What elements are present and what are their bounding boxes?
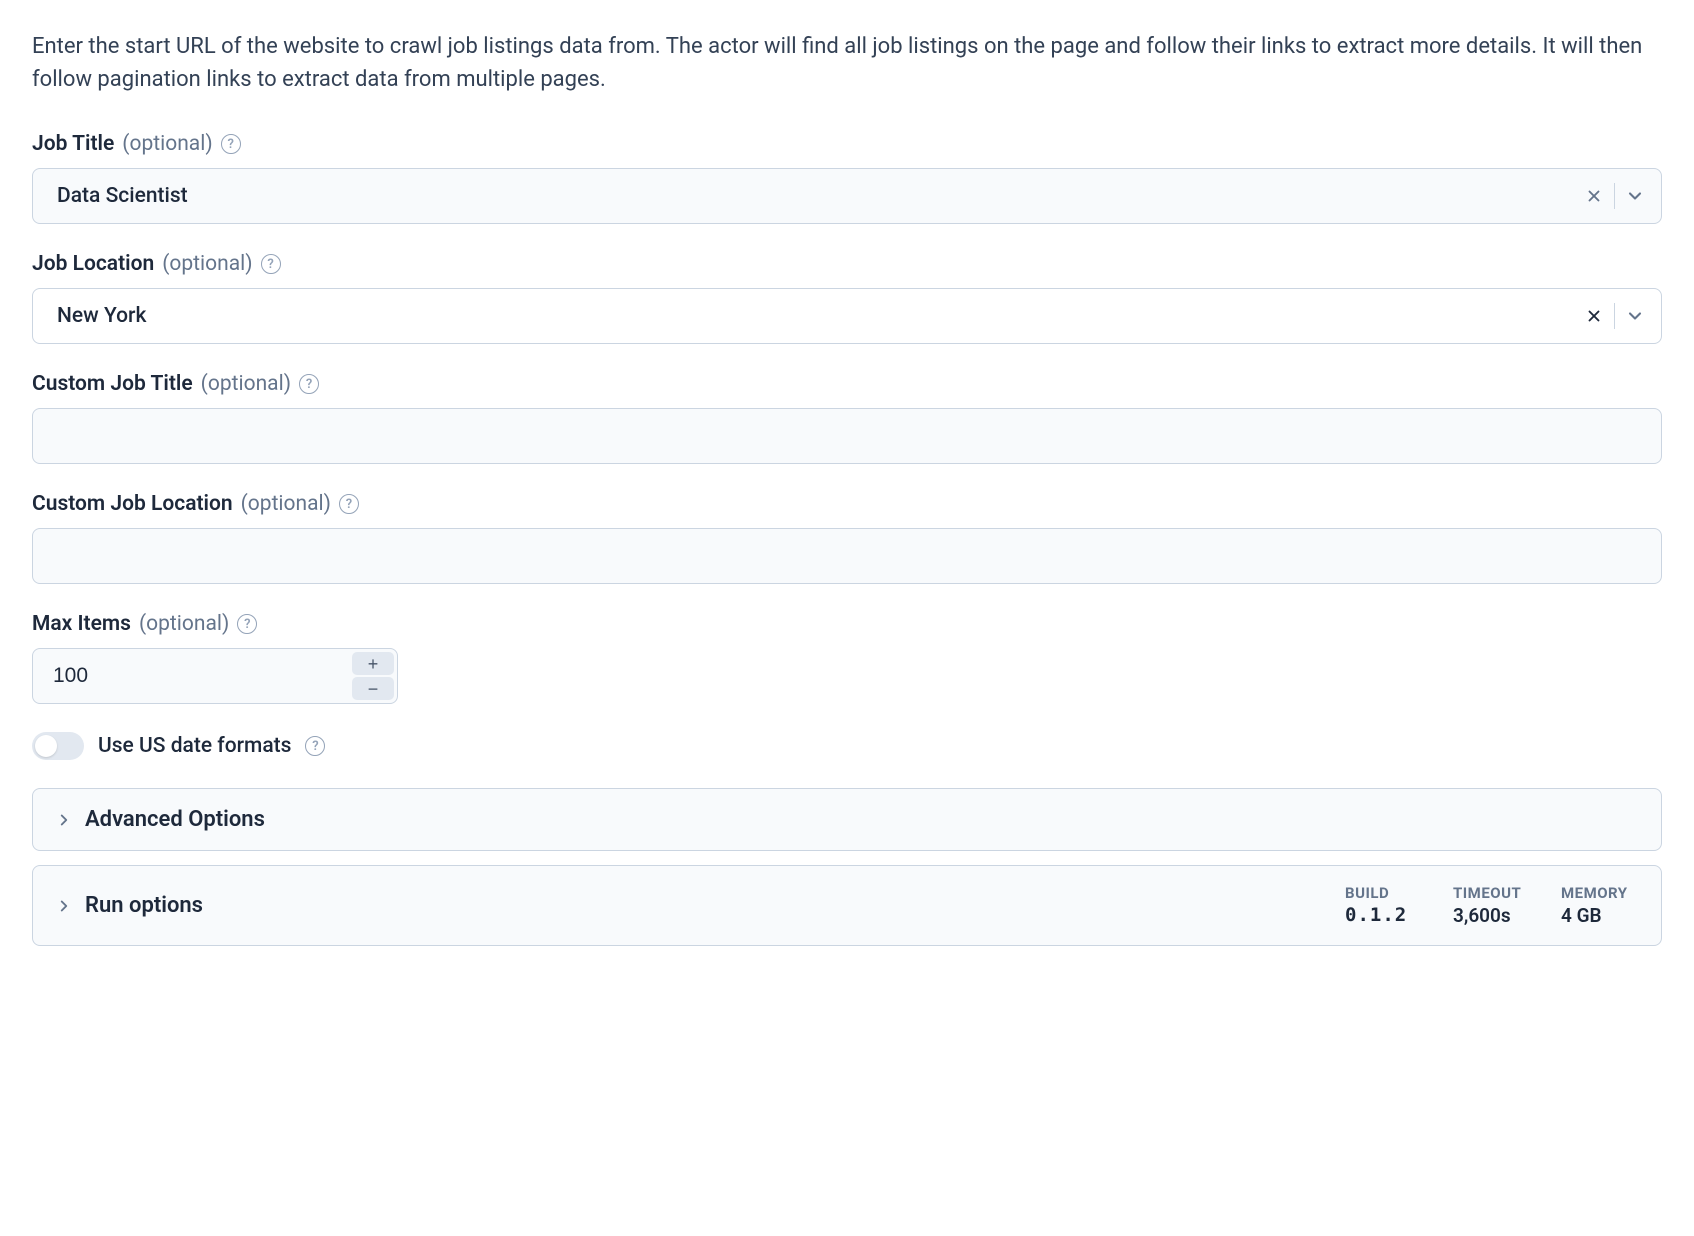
- help-icon[interactable]: ?: [261, 254, 281, 274]
- job-title-field: Job Title (optional) ? Data Scientist: [32, 132, 1662, 224]
- memory-label: MEMORY: [1561, 884, 1631, 902]
- stepper-buttons: + −: [349, 649, 397, 703]
- job-title-controls: [1578, 180, 1651, 212]
- timeout-value: 3,600s: [1453, 904, 1523, 927]
- max-items-stepper: + −: [32, 648, 398, 704]
- decrement-button[interactable]: −: [352, 677, 394, 700]
- run-options-title: Run options: [55, 893, 1345, 918]
- help-icon[interactable]: ?: [339, 494, 359, 514]
- memory-meta: MEMORY 4 GB: [1561, 884, 1631, 927]
- us-date-toggle[interactable]: [32, 732, 84, 760]
- max-items-label-text: Max Items: [32, 612, 131, 636]
- max-items-field: Max Items (optional) ? + −: [32, 612, 1662, 704]
- custom-job-title-optional: (optional): [201, 372, 291, 396]
- chevron-down-icon[interactable]: [1619, 180, 1651, 212]
- job-location-controls: [1578, 300, 1651, 332]
- job-title-label: Job Title (optional) ?: [32, 132, 1662, 156]
- form-description: Enter the start URL of the website to cr…: [32, 30, 1662, 96]
- clear-icon[interactable]: [1578, 180, 1610, 212]
- custom-job-location-input[interactable]: [32, 528, 1662, 584]
- advanced-options-title: Advanced Options: [55, 807, 1639, 832]
- us-date-toggle-label: Use US date formats: [98, 734, 291, 758]
- advanced-options-section[interactable]: Advanced Options: [32, 788, 1662, 851]
- custom-job-location-optional: (optional): [241, 492, 331, 516]
- help-icon[interactable]: ?: [221, 134, 241, 154]
- max-items-optional: (optional): [139, 612, 229, 636]
- chevron-down-icon[interactable]: [1619, 300, 1651, 332]
- separator: [1614, 183, 1615, 209]
- job-title-optional: (optional): [122, 132, 212, 156]
- job-location-value: New York: [57, 304, 1578, 328]
- job-title-value: Data Scientist: [57, 184, 1578, 208]
- job-location-label-text: Job Location: [32, 252, 154, 276]
- help-icon[interactable]: ?: [237, 614, 257, 634]
- custom-job-title-label-text: Custom Job Title: [32, 372, 193, 396]
- job-title-select[interactable]: Data Scientist: [32, 168, 1662, 224]
- run-options-section[interactable]: Run options BUILD 0.1.2 TIMEOUT 3,600s M…: [32, 865, 1662, 946]
- chevron-right-icon: [55, 811, 73, 829]
- run-options-label: Run options: [85, 893, 203, 918]
- build-meta: BUILD 0.1.2: [1345, 884, 1415, 927]
- custom-job-title-label: Custom Job Title (optional) ?: [32, 372, 1662, 396]
- custom-job-location-label-text: Custom Job Location: [32, 492, 233, 516]
- chevron-right-icon: [55, 897, 73, 915]
- toggle-knob: [35, 735, 57, 757]
- custom-job-title-input[interactable]: [32, 408, 1662, 464]
- us-date-toggle-row: Use US date formats ?: [32, 732, 1662, 760]
- custom-job-location-field: Custom Job Location (optional) ?: [32, 492, 1662, 584]
- job-location-label: Job Location (optional) ?: [32, 252, 1662, 276]
- run-meta: BUILD 0.1.2 TIMEOUT 3,600s MEMORY 4 GB: [1345, 884, 1631, 927]
- increment-button[interactable]: +: [352, 652, 394, 675]
- build-value: 0.1.2: [1345, 904, 1415, 926]
- memory-value: 4 GB: [1561, 904, 1631, 927]
- separator: [1614, 303, 1615, 329]
- help-icon[interactable]: ?: [299, 374, 319, 394]
- timeout-meta: TIMEOUT 3,600s: [1453, 884, 1523, 927]
- custom-job-title-field: Custom Job Title (optional) ?: [32, 372, 1662, 464]
- advanced-options-label: Advanced Options: [85, 807, 265, 832]
- max-items-label: Max Items (optional) ?: [32, 612, 1662, 636]
- build-label: BUILD: [1345, 884, 1415, 902]
- job-title-label-text: Job Title: [32, 132, 114, 156]
- help-icon[interactable]: ?: [305, 736, 325, 756]
- timeout-label: TIMEOUT: [1453, 884, 1523, 902]
- job-location-optional: (optional): [162, 252, 252, 276]
- job-location-select[interactable]: New York: [32, 288, 1662, 344]
- max-items-input[interactable]: [33, 649, 349, 703]
- clear-icon[interactable]: [1578, 300, 1610, 332]
- custom-job-location-label: Custom Job Location (optional) ?: [32, 492, 1662, 516]
- job-location-field: Job Location (optional) ? New York: [32, 252, 1662, 344]
